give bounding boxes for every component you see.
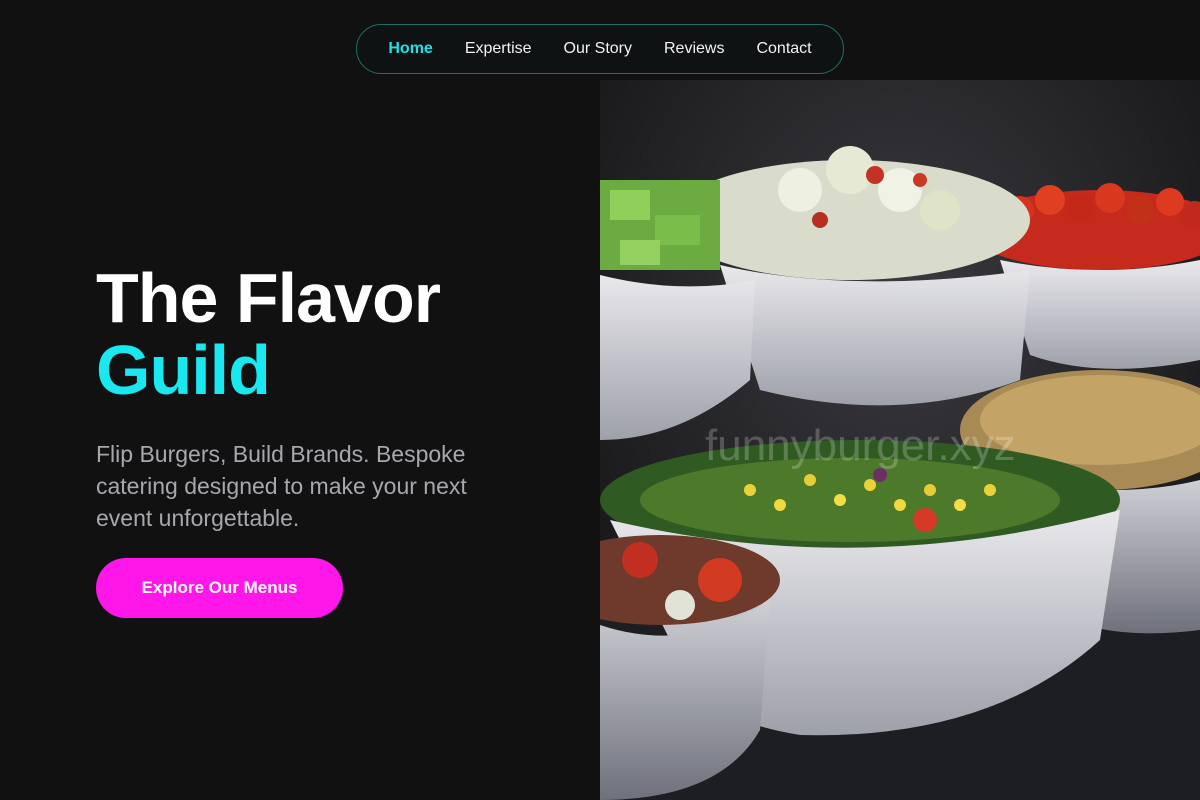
landing-page: Home Expertise Our Story Reviews Contact… xyxy=(0,0,1200,800)
salad-bowls-illustration: funnyburger.xyz xyxy=(600,80,1200,800)
explore-menus-button[interactable]: Explore Our Menus xyxy=(96,558,343,618)
nav-home-link[interactable]: Home xyxy=(372,24,448,74)
hero-title-line1: The Flavor xyxy=(96,259,441,337)
hero-image: funnyburger.xyz xyxy=(600,80,1200,800)
nav-expertise-link[interactable]: Expertise xyxy=(449,24,548,74)
nav-reviews-link[interactable]: Reviews xyxy=(648,24,740,74)
hero-subtitle: Flip Burgers, Build Brands. Bespoke cate… xyxy=(96,441,467,531)
top-nav: Home Expertise Our Story Reviews Contact xyxy=(356,24,844,74)
nav-contact-link[interactable]: Contact xyxy=(740,24,827,74)
image-watermark: funnyburger.xyz xyxy=(705,421,1016,470)
hero-title: The Flavor Guild xyxy=(96,262,536,406)
hero-title-accent: Guild xyxy=(96,331,271,409)
hero-text-block: The Flavor Guild Flip Burgers, Build Bra… xyxy=(96,262,536,534)
nav-our-story-link[interactable]: Our Story xyxy=(548,24,648,74)
